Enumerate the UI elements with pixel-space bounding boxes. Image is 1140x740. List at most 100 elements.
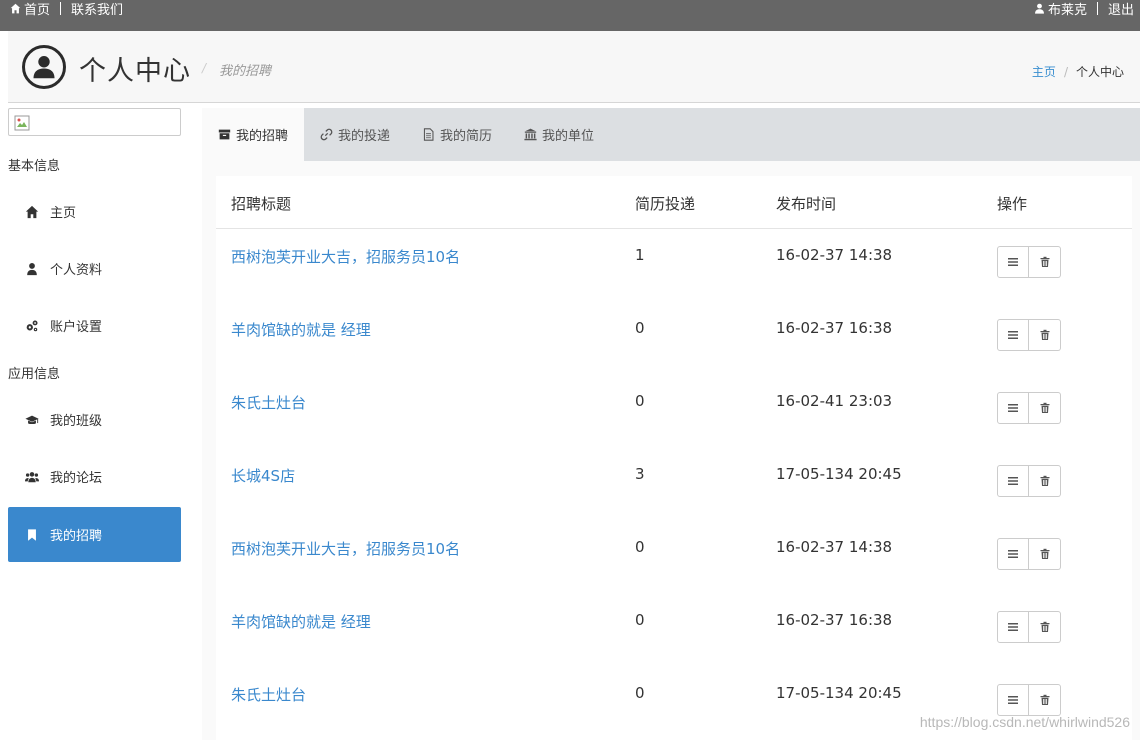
column-header-actions: 操作 <box>997 195 1028 213</box>
sidebar-item-label: 我的论坛 <box>50 471 103 486</box>
top-home-link[interactable]: 首页 <box>10 0 50 18</box>
link-icon <box>320 128 333 141</box>
job-title-link[interactable]: 长城4S店 <box>231 465 295 486</box>
view-button[interactable] <box>997 319 1029 351</box>
publish-time: 16-02-37 14:38 <box>776 246 893 264</box>
top-bar: 首页 联系我们 布莱克 退出 <box>0 0 1140 31</box>
job-title-link[interactable]: 朱氏土灶台 <box>231 392 306 413</box>
page-header: 个人中心 / 我的招聘 主页 / 个人中心 <box>8 31 1140 103</box>
sidebar-item-account-settings[interactable]: 账户设置 <box>8 298 181 353</box>
delete-button[interactable] <box>1029 611 1061 643</box>
tab-my-recruitment[interactable]: 我的招聘 <box>202 108 305 161</box>
table-row: 长城4S店 3 17-05-134 20:45 <box>216 448 1132 521</box>
top-bar-right: 布莱克 退出 <box>1034 0 1134 18</box>
breadcrumb-home[interactable]: 主页 <box>1032 63 1056 80</box>
avatar <box>22 45 66 89</box>
publish-time: 17-05-134 20:45 <box>776 684 902 702</box>
view-button[interactable] <box>997 246 1029 278</box>
tab-bar: 我的招聘 我的投递 我的简历 我的单位 <box>202 108 1140 161</box>
delete-button[interactable] <box>1029 319 1061 351</box>
list-icon <box>1008 258 1018 266</box>
breadcrumb-current: 个人中心 <box>1075 65 1124 79</box>
main-content: 我的招聘 我的投递 我的简历 我的单位 招聘标题 简历投递 发布时间 操作 西树… <box>202 108 1140 740</box>
publish-time: 16-02-41 23:03 <box>776 392 893 410</box>
sidebar-item-my-recruitment[interactable]: 我的招聘 <box>8 507 181 562</box>
top-home-label: 首页 <box>24 3 51 18</box>
delete-button[interactable] <box>1029 392 1061 424</box>
table-header: 招聘标题 简历投递 发布时间 操作 <box>216 176 1132 229</box>
job-title-link[interactable]: 西树泡芙开业大吉，招服务员10名 <box>231 246 460 267</box>
view-button[interactable] <box>997 684 1029 716</box>
tab-my-company[interactable]: 我的单位 <box>508 108 610 161</box>
view-button[interactable] <box>997 611 1029 643</box>
job-title-link[interactable]: 朱氏土灶台 <box>231 684 306 705</box>
list-icon <box>1008 404 1018 412</box>
logout-label: 退出 <box>1107 3 1134 18</box>
sidebar-item-label: 我的班级 <box>50 414 103 429</box>
sidebar-group-basic: 基本信息 <box>8 159 61 174</box>
top-divider <box>1096 2 1098 15</box>
page-title: 个人中心 <box>79 56 191 87</box>
resume-count: 3 <box>635 465 645 483</box>
publish-time: 17-05-134 20:45 <box>776 465 902 483</box>
tab-label: 我的投递 <box>338 129 391 144</box>
list-icon <box>1008 331 1018 339</box>
watermark: https://blog.csdn.net/whirlwind526 <box>919 714 1130 730</box>
trash-icon <box>1040 475 1049 486</box>
row-actions <box>997 611 1061 643</box>
trash-icon <box>1040 329 1049 340</box>
resume-count: 0 <box>635 538 645 556</box>
tab-label: 我的单位 <box>542 129 595 144</box>
top-user-link[interactable]: 布莱克 <box>1034 0 1087 18</box>
delete-button[interactable] <box>1029 246 1061 278</box>
sidebar-item-label: 账户设置 <box>50 320 103 335</box>
broken-image-icon <box>14 115 30 131</box>
breadcrumb: 主页 / 个人中心 <box>1032 63 1124 80</box>
tab-my-resume[interactable]: 我的简历 <box>406 108 508 161</box>
breadcrumb-separator: / <box>1063 64 1068 79</box>
job-title-link[interactable]: 羊肉馆缺的就是 经理 <box>231 611 371 632</box>
top-contact-link[interactable]: 联系我们 <box>71 0 123 18</box>
row-actions <box>997 465 1061 497</box>
user-icon <box>1035 3 1044 14</box>
tab-label: 我的招聘 <box>236 129 289 144</box>
column-header-resume-count: 简历投递 <box>635 195 696 213</box>
sidebar-group-app: 应用信息 <box>8 367 61 382</box>
publish-time: 16-02-37 16:38 <box>776 319 893 337</box>
job-title-link[interactable]: 西树泡芙开业大吉，招服务员10名 <box>231 538 460 559</box>
resume-count: 1 <box>635 246 645 264</box>
resume-count: 0 <box>635 684 645 702</box>
resume-count: 0 <box>635 319 645 337</box>
resume-count: 0 <box>635 392 645 410</box>
job-title-link[interactable]: 羊肉馆缺的就是 经理 <box>231 319 371 340</box>
table-row: 朱氏土灶台 0 16-02-41 23:03 <box>216 375 1132 448</box>
publish-time: 16-02-37 14:38 <box>776 538 893 556</box>
delete-button[interactable] <box>1029 465 1061 497</box>
delete-button[interactable] <box>1029 684 1061 716</box>
top-bar-left: 首页 联系我们 <box>10 0 123 18</box>
view-button[interactable] <box>997 465 1029 497</box>
tab-label: 我的简历 <box>440 129 493 144</box>
view-button[interactable] <box>997 538 1029 570</box>
home-icon <box>10 3 21 14</box>
column-header-publish-time: 发布时间 <box>776 195 837 213</box>
top-user-label: 布莱克 <box>1047 3 1087 18</box>
trash-icon <box>1040 256 1049 267</box>
trash-icon <box>1040 694 1049 705</box>
sidebar-item-label: 主页 <box>50 206 77 221</box>
list-icon <box>1008 623 1018 631</box>
view-button[interactable] <box>997 392 1029 424</box>
sidebar-item-my-forum[interactable]: 我的论坛 <box>8 449 181 504</box>
logout-link[interactable]: 退出 <box>1108 0 1134 18</box>
delete-button[interactable] <box>1029 538 1061 570</box>
sidebar-item-home[interactable]: 主页 <box>8 184 181 239</box>
sidebar-item-profile[interactable]: 个人资料 <box>8 241 181 296</box>
trash-icon <box>1040 621 1049 632</box>
user-icon <box>27 262 37 275</box>
page-subtitle: 我的招聘 <box>219 64 272 79</box>
list-icon <box>1008 477 1018 485</box>
home-icon <box>25 205 39 218</box>
tab-my-applications[interactable]: 我的投递 <box>304 108 406 161</box>
sidebar-item-my-class[interactable]: 我的班级 <box>8 392 181 447</box>
users-icon <box>25 471 39 482</box>
